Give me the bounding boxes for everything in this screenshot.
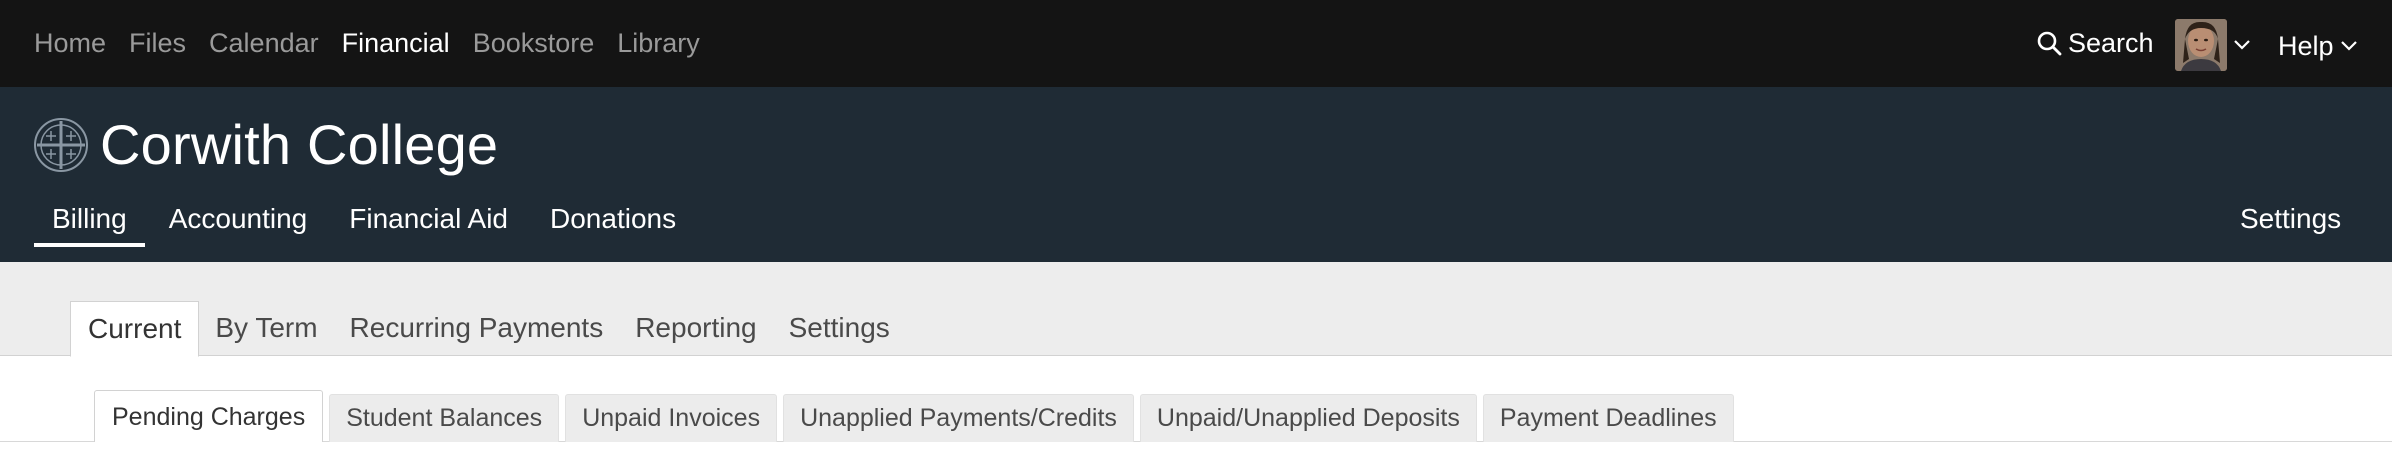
tab-unpaid-unapplied-deposits[interactable]: Unpaid/Unapplied Deposits [1139,394,1477,442]
help-label: Help [2278,30,2334,61]
tab-settings[interactable]: Settings [773,301,906,357]
topnav-calendar[interactable]: Calendar [209,28,319,59]
billing-tabs: Current By Term Recurring Payments Repor… [70,299,906,357]
user-menu[interactable] [2175,19,2251,71]
college-name: Corwith College [100,113,499,176]
nav-donations[interactable]: Donations [532,202,694,247]
topnav-financial[interactable]: Financial [342,28,450,59]
header-settings-link[interactable]: Settings [2240,202,2341,236]
chevron-down-icon [2340,41,2357,51]
tab-unpaid-invoices[interactable]: Unpaid Invoices [565,394,778,442]
tab-unapplied-payments-credits[interactable]: Unapplied Payments/Credits [783,394,1134,442]
top-nav: Home Files Calendar Financial Bookstore … [34,0,723,87]
search-label: Search [2068,27,2154,58]
current-tabs: Pending Charges Student Balances Unpaid … [94,390,1740,442]
nav-accounting[interactable]: Accounting [151,202,326,247]
search-button[interactable]: Search [2036,26,2154,60]
chevron-down-icon [2234,40,2250,50]
help-menu[interactable]: Help [2278,26,2358,66]
tab-by-term[interactable]: By Term [199,301,333,357]
topnav-library[interactable]: Library [617,28,700,59]
tab-pending-charges[interactable]: Pending Charges [94,390,324,442]
billing-tab-strip: Current By Term Recurring Payments Repor… [0,262,2392,357]
tab-recurring-payments[interactable]: Recurring Payments [334,301,620,357]
tab-reporting[interactable]: Reporting [619,301,772,357]
topnav-bookstore[interactable]: Bookstore [473,28,595,59]
topnav-home[interactable]: Home [34,28,106,59]
college-seal-icon [34,118,88,172]
topnav-files[interactable]: Files [129,28,186,59]
avatar [2175,19,2227,71]
nav-billing[interactable]: Billing [34,202,145,247]
tab-student-balances[interactable]: Student Balances [329,394,560,442]
tab-payment-deadlines[interactable]: Payment Deadlines [1482,394,1734,442]
search-icon [2037,31,2062,56]
financial-nav: Billing Accounting Financial Aid Donatio… [34,202,700,247]
top-bar: Home Files Calendar Financial Bookstore … [0,0,2392,87]
tab-current[interactable]: Current [70,301,200,357]
nav-financial-aid[interactable]: Financial Aid [331,202,526,247]
college-header: Corwith College Billing Accounting Finan… [0,87,2392,262]
